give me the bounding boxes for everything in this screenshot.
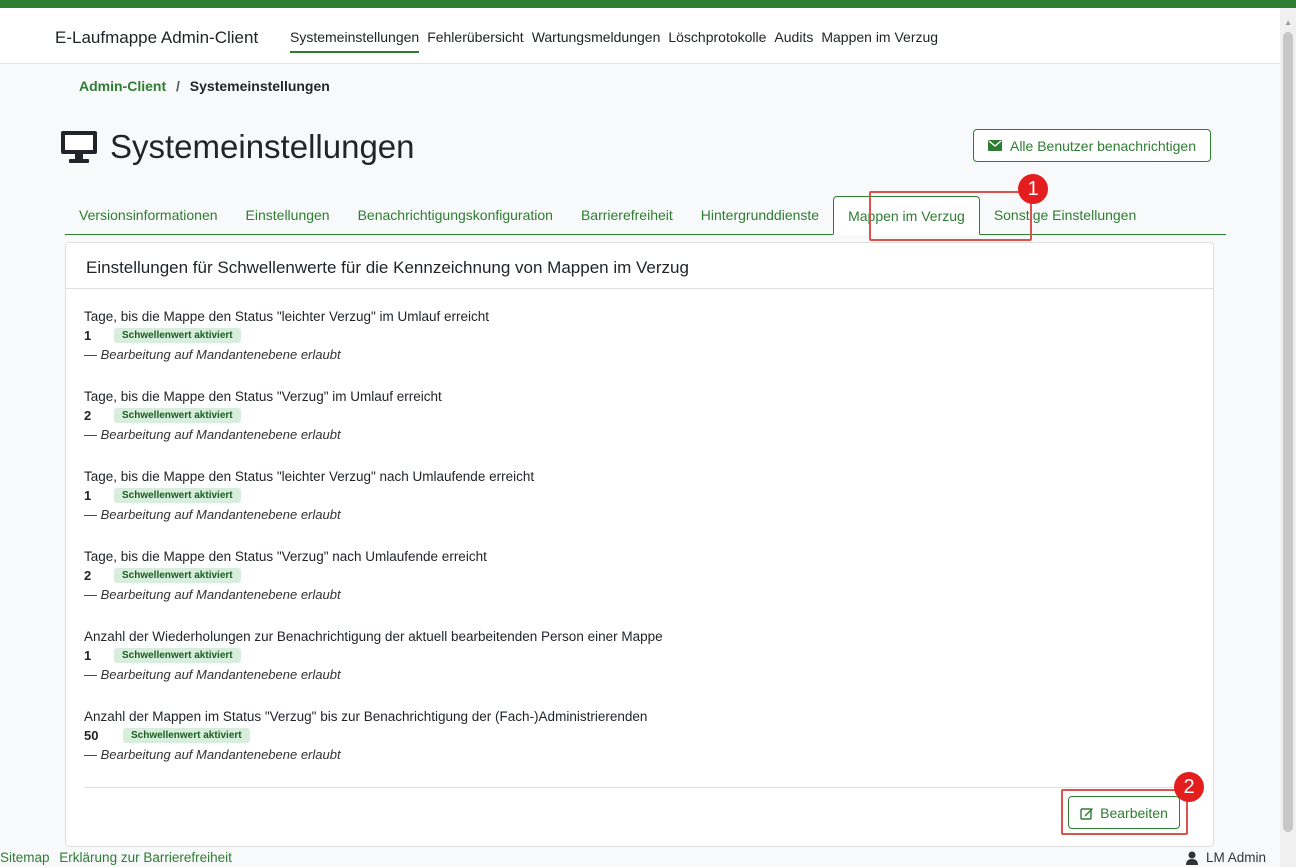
app-brand[interactable]: E-Laufmappe Admin-Client [55, 28, 258, 48]
card-title: Einstellungen für Schwellenwerte für die… [66, 243, 1213, 289]
setting-label: Tage, bis die Mappe den Status "Verzug" … [84, 389, 442, 404]
breadcrumb: Admin-Client / Systemeinstellungen [79, 78, 330, 94]
tab-hintergrunddienste[interactable]: Hintergrunddienste [687, 196, 833, 234]
tab-einstellungen[interactable]: Einstellungen [232, 196, 344, 234]
nav-wartungsmeldungen[interactable]: Wartungsmeldungen [532, 29, 661, 53]
setting-value: 2 [84, 567, 92, 583]
setting-label: Tage, bis die Mappe den Status "leichter… [84, 309, 490, 324]
status-badge: Schwellenwert aktiviert [114, 567, 241, 583]
accessibility-statement-link[interactable]: Erklärung zur Barrierefreiheit [59, 850, 232, 865]
annotation-marker-1: 1 [1018, 174, 1048, 204]
setting-value: 2 [84, 407, 92, 423]
status-badge: Schwellenwert aktiviert [114, 487, 241, 503]
setting-note: — Bearbeitung auf Mandantenebene erlaubt [84, 587, 341, 602]
highlight-box-tab [869, 191, 1032, 241]
setting-note: — Bearbeitung auf Mandantenebene erlaubt [84, 667, 341, 682]
notify-all-users-label: Alle Benutzer benachrichtigen [1009, 137, 1196, 154]
setting-item: Tage, bis die Mappe den Status "leichter… [84, 469, 534, 522]
setting-value: 1 [84, 327, 92, 343]
tab-barrierefreiheit[interactable]: Barrierefreiheit [567, 196, 687, 234]
main-nav: Systemeinstellungen Fehlerübersicht Wart… [290, 29, 946, 53]
nav-systemeinstellungen[interactable]: Systemeinstellungen [290, 29, 420, 53]
setting-value: 1 [84, 487, 92, 503]
nav-fehleruebersicht[interactable]: Fehlerübersicht [427, 29, 524, 53]
desktop-icon [61, 131, 97, 163]
scroll-thumb[interactable] [1283, 32, 1293, 832]
status-badge: Schwellenwert aktiviert [114, 407, 241, 423]
annotation-marker-2: 2 [1174, 772, 1204, 802]
vertical-scrollbar[interactable]: ▲ [1280, 8, 1296, 867]
tab-benachrichtigungskonfiguration[interactable]: Benachrichtigungskonfiguration [344, 196, 567, 234]
tab-versionsinformationen[interactable]: Versionsinformationen [65, 196, 232, 234]
setting-item: Tage, bis die Mappe den Status "leichter… [84, 309, 489, 362]
setting-label: Anzahl der Wiederholungen zur Benachrich… [84, 629, 663, 644]
page-title: Systemeinstellungen [110, 128, 415, 165]
status-badge: Schwellenwert aktiviert [114, 327, 241, 343]
nav-loeschprotokolle[interactable]: Löschprotokolle [668, 29, 766, 53]
setting-label: Tage, bis die Mappe den Status "leichter… [84, 469, 535, 484]
user-name: LM Admin [1205, 850, 1266, 865]
breadcrumb-current: Systemeinstellungen [189, 78, 330, 94]
setting-item: Anzahl der Wiederholungen zur Benachrich… [84, 629, 663, 682]
card-divider [84, 787, 1196, 788]
top-accent-line [0, 0, 1296, 8]
settings-tabs: Versionsinformationen Einstellungen Bena… [65, 196, 1226, 235]
status-badge: Schwellenwert aktiviert [114, 647, 241, 663]
nav-mappen-im-verzug[interactable]: Mappen im Verzug [821, 29, 938, 53]
setting-label: Tage, bis die Mappe den Status "Verzug" … [84, 549, 487, 564]
setting-value: 1 [84, 647, 92, 663]
envelope-icon [987, 140, 1002, 151]
setting-note: — Bearbeitung auf Mandantenebene erlaubt [84, 427, 341, 442]
scroll-up-icon[interactable]: ▲ [1284, 18, 1292, 27]
setting-note: — Bearbeitung auf Mandantenebene erlaubt [84, 347, 341, 362]
footer-links: Sitemap Erklärung zur Barrierefreiheit [0, 850, 238, 865]
status-badge: Schwellenwert aktiviert [123, 727, 250, 743]
highlight-box-edit [1061, 789, 1188, 835]
user-menu[interactable]: LM Admin [1185, 850, 1266, 865]
sitemap-link[interactable]: Sitemap [0, 850, 50, 865]
setting-item: Tage, bis die Mappe den Status "Verzug" … [84, 549, 487, 602]
setting-label: Anzahl der Mappen im Status "Verzug" bis… [84, 709, 648, 724]
user-icon [1185, 851, 1198, 865]
notify-all-users-button[interactable]: Alle Benutzer benachrichtigen [973, 129, 1211, 162]
threshold-settings-card: Einstellungen für Schwellenwerte für die… [65, 242, 1214, 847]
page-title-wrap: Systemeinstellungen [60, 128, 415, 166]
setting-note: — Bearbeitung auf Mandantenebene erlaubt [84, 747, 341, 762]
breadcrumb-root[interactable]: Admin-Client [79, 78, 166, 94]
setting-item: Anzahl der Mappen im Status "Verzug" bis… [84, 709, 647, 762]
top-navbar: E-Laufmappe Admin-Client Systemeinstellu… [0, 8, 1280, 64]
breadcrumb-separator: / [176, 78, 180, 94]
setting-item: Tage, bis die Mappe den Status "Verzug" … [84, 389, 442, 442]
nav-audits[interactable]: Audits [774, 29, 813, 53]
setting-note: — Bearbeitung auf Mandantenebene erlaubt [84, 507, 341, 522]
setting-value: 50 [84, 727, 99, 743]
